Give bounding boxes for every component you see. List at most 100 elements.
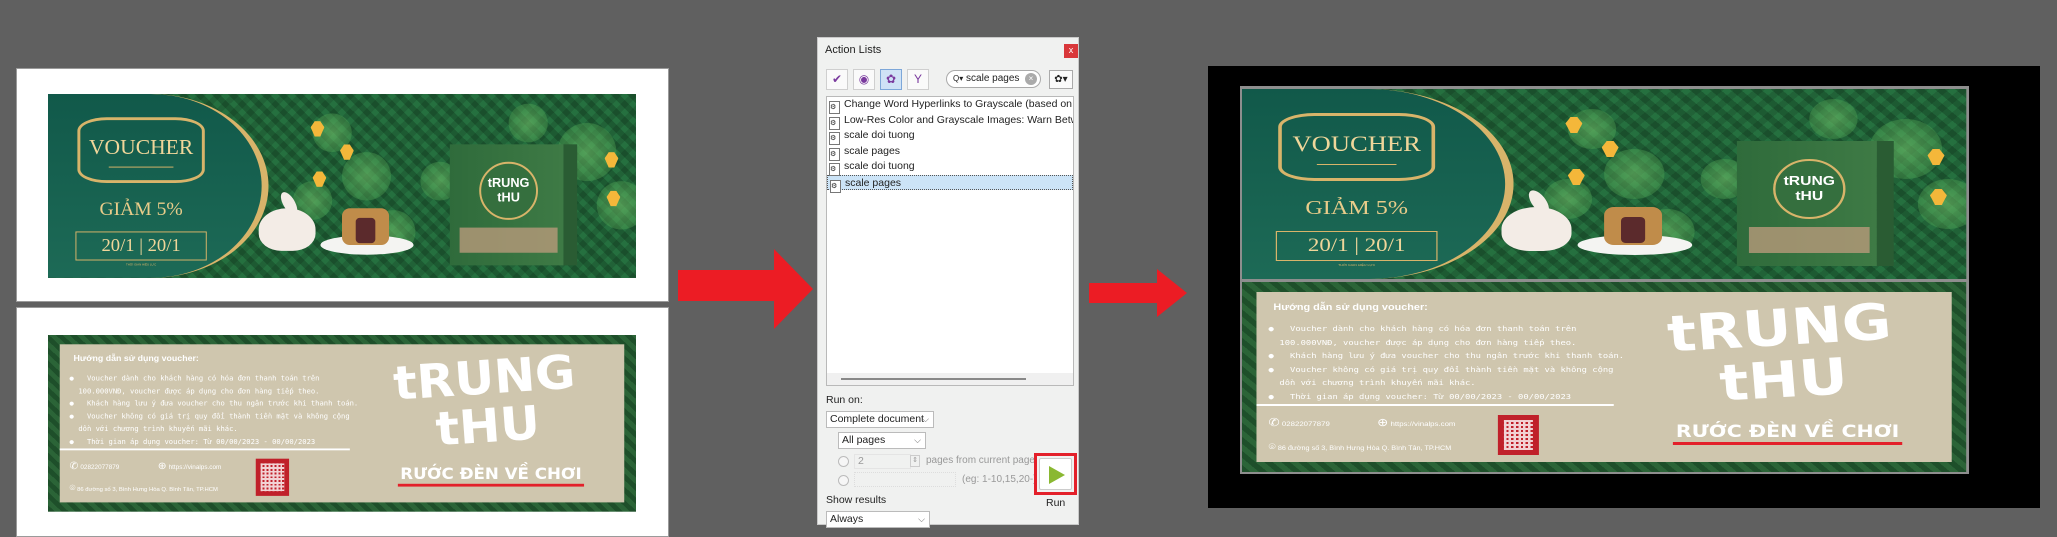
check-toolbar-button[interactable]: ✔ [826,69,848,90]
rules-list: Voucher dành cho khách hàng có hóa đơn t… [1269,322,1625,404]
run-on-dropdown[interactable]: Complete document ⌵ [826,411,934,428]
page-range-field[interactable] [854,472,956,487]
date-box: 20/1 | 20/1 [1275,231,1438,261]
rule-item: Thời gian áp dụng voucher: Từ 00/00/2023… [1269,390,1625,404]
action-file-icon: ⚙ [830,179,841,193]
date-separator: | [1354,235,1359,256]
arrow-right-icon [1089,269,1187,317]
phone-icon: ✆ [69,460,79,472]
qr-code [1497,415,1539,455]
date-to: 20/1 [147,235,181,256]
date-box: 20/1 | 20/1 [75,231,207,261]
gear-toolbar-button[interactable]: ✿ [880,69,902,90]
pages-dropdown[interactable]: All pages ⌵ [838,432,926,449]
voucher-back-inner: Hướng dẫn sử dụng voucher: Voucher dành … [1256,292,1952,462]
date-to: 20/1 [1364,235,1406,256]
voucher-back-artwork: Hướng dẫn sử dụng voucher: Voucher dành … [48,335,636,512]
globe-icon: ⊕ [157,460,167,472]
check-icon: ✔ [831,72,843,86]
voucher-front-artwork: VOUCHER GIẢM 5% 20/1 | 20/1 THỜI GIAN HI… [48,94,636,278]
rules-list: Voucher dành cho khách hàng có hóa đơn t… [70,372,359,447]
show-results-value: Always [830,513,864,525]
horizontal-scrollbar[interactable] [827,373,1073,385]
action-lists-panel: Action Lists x ✔ ◉ ✿ Y Q▾ scale pages × ✿▾ … [817,37,1079,528]
phone-icon: ✆ [1268,417,1280,429]
discount-text: GIẢM 5% [99,198,183,220]
voucher-back-inner: Hướng dẫn sử dụng voucher: Voucher dành … [59,344,625,503]
search-icon: Q▾ [953,74,964,83]
phone-contact: ✆ 02822077879 [69,460,120,472]
validity-label: THỜI GIAN HIỆU LỰC [1338,263,1376,267]
voucher-front-before: VOUCHER GIẢM 5% 20/1 | 20/1 THỜI GIAN HI… [48,94,636,278]
search-input[interactable]: Q▾ scale pages × [946,70,1041,88]
mooncake-image [342,208,390,246]
voucher-back-after: Hướng dẫn sử dụng voucher: Voucher dành … [1242,282,1967,472]
list-item[interactable]: ⚙ Low-Res Color and Grayscale Images: War… [827,113,1073,130]
pages-from-current-radio[interactable] [838,456,849,467]
voucher-back-before: Hướng dẫn sử dụng voucher: Voucher dành … [48,335,636,512]
filter-icon: Y [913,72,922,86]
panel-title: Action Lists [825,44,882,56]
settings-menu-button[interactable]: ✿▾ [1049,70,1073,89]
address-contact: ⌾ 86 đường số 3, Bình Hưng Hòa Q. Bình T… [1268,442,1452,453]
pages-from-label: pages from current page [926,455,1035,466]
pages-spinner[interactable]: ⇕ [910,455,920,467]
action-list: ⚙ Change Word Hyperlinks to Grayscale (ba… [826,96,1074,386]
divider [59,448,350,451]
instructions-heading: Hướng dẫn sử dụng voucher: [73,353,199,363]
globe-icon: ⊕ [1377,417,1389,429]
arrow-right-icon [678,249,813,329]
website-contact: ⊕ https://vinalps.com [157,460,222,472]
clear-search-icon[interactable]: × [1025,73,1037,85]
run-on-value: Complete document [830,413,924,425]
website-contact: ⊕ https://vinalps.com [1377,417,1456,429]
voucher-front-artwork: VOUCHER GIẢM 5% 20/1 | 20/1 THỜI GIAN HI… [1242,89,1967,279]
trung-thu-logo: tRUNG tHU [1664,292,1894,413]
date-from: 20/1 [1307,235,1349,256]
search-value: scale pages [966,73,1020,84]
divider [1316,164,1397,165]
divider [108,166,174,168]
date-from: 20/1 [101,235,135,256]
validity-label: THỜI GIAN HIỆU LỰC [126,262,157,267]
voucher-front-after: VOUCHER GIẢM 5% 20/1 | 20/1 THỜI GIAN HI… [1242,89,1967,279]
globe-icon: ◉ [858,72,870,86]
run-button[interactable] [1039,458,1072,490]
globe-toolbar-button[interactable]: ◉ [853,69,875,90]
show-results-label: Show results [826,494,887,506]
gift-box: tRUNG tHU [449,144,578,266]
pages-count-field[interactable]: 2 [854,454,911,469]
voucher-title: VOUCHER [1292,131,1421,156]
chevron-down-icon: ⌵ [914,435,921,445]
list-item[interactable]: ⚙ scale doi tuong [827,159,1073,176]
logo-tagline: RƯỚC ĐÈN VỀ CHƠI [397,465,585,487]
list-item[interactable]: ⚙ scale pages [827,174,1073,193]
pages-value: All pages [842,434,886,446]
box-logo: tRUNG tHU [479,161,538,220]
trung-thu-logo: tRUNG tHU [391,344,578,457]
bokeh-circle [508,103,548,143]
rule-item: Khách hàng lưu ý đưa voucher cho thu ngâ… [70,397,359,410]
page-range-radio[interactable] [838,475,849,486]
rabbit-image [1501,207,1572,251]
run-on-label: Run on: [826,394,863,406]
box-logo: tRUNG tHU [1773,159,1846,219]
rule-item: Voucher dành cho khách hàng có hóa đơn t… [70,372,359,397]
voucher-title: VOUCHER [88,134,194,159]
location-pin-icon: ⌾ [69,483,76,495]
list-item[interactable]: ⚙ scale doi tuong [827,128,1073,145]
gift-box: tRUNG tHU [1736,141,1894,266]
rule-item: Voucher không có giá trị quy đổi thành t… [1269,363,1625,390]
show-results-dropdown[interactable]: Always ⌵ [826,511,930,528]
rule-item: Khách hàng lưu ý đưa voucher cho thu ngâ… [1269,349,1624,363]
list-item[interactable]: ⚙ scale pages [827,144,1073,161]
list-item[interactable]: ⚙ Change Word Hyperlinks to Grayscale (ba… [827,97,1073,114]
logo-tagline: RƯỚC ĐÈN VỀ CHƠI [1672,422,1903,445]
rule-item: Thời gian áp dụng voucher: Từ 00/00/2023… [70,435,359,448]
gear-icon: ✿ [885,72,897,86]
filter-toolbar-button[interactable]: Y [907,69,929,90]
qr-code [255,458,290,496]
chevron-down-icon: ⌵ [922,414,929,424]
instructions-heading: Hướng dẫn sử dụng voucher: [1273,302,1428,312]
close-button[interactable]: x [1064,44,1078,58]
